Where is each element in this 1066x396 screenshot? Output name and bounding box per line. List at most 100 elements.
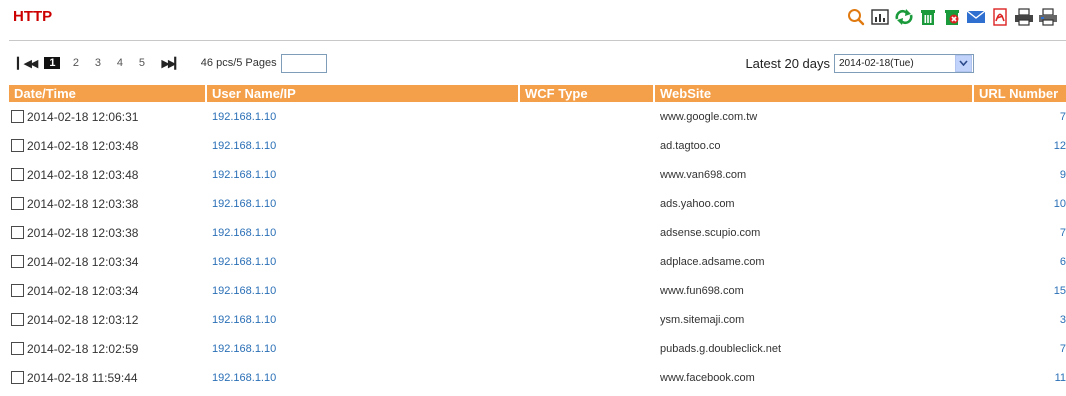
datetime-cell: 2014-02-18 12:03:48: [9, 168, 207, 182]
url-number-link[interactable]: 10: [974, 198, 1066, 210]
url-number-link[interactable]: 12: [974, 140, 1066, 152]
date-range: Latest 20 days 2014-02-18(Tue): [745, 53, 974, 73]
chevron-down-icon[interactable]: [955, 54, 972, 72]
datetime-text: 2014-02-18 12:03:48: [27, 167, 139, 182]
url-number-link[interactable]: 11: [974, 372, 1066, 384]
page-link-2[interactable]: 2: [69, 57, 82, 69]
row-checkbox[interactable]: [11, 284, 24, 297]
row-checkbox[interactable]: [11, 342, 24, 355]
row-checkbox[interactable]: [11, 139, 24, 152]
table-row: 2014-02-18 12:03:12 192.168.1.10 ysm.sitem…: [9, 305, 1066, 334]
datetime-cell: 2014-02-18 11:59:44: [9, 371, 207, 385]
datetime-text: 2014-02-18 11:59:44: [27, 370, 138, 385]
column-header-wcf-type[interactable]: WCF Type: [520, 85, 655, 102]
url-number-link[interactable]: 7: [974, 111, 1066, 123]
delete-all-icon[interactable]: [942, 7, 962, 27]
website-cell: adplace.adsame.com: [660, 255, 765, 268]
user-link[interactable]: 192.168.1.10: [207, 140, 520, 152]
table-row: 2014-02-18 12:03:38 192.168.1.10 ads.yahoo…: [9, 189, 1066, 218]
table-row: 2014-02-18 11:59:44 192.168.1.10 www.faceb…: [9, 363, 1066, 392]
table-row: 2014-02-18 12:03:34 192.168.1.10 adplace.a…: [9, 247, 1066, 276]
url-number-link[interactable]: 9: [974, 169, 1066, 181]
log-table: Date/Time User Name/IP WCF Type WebSite …: [9, 85, 1066, 392]
user-link[interactable]: 192.168.1.10: [207, 285, 520, 297]
row-checkbox[interactable]: [11, 371, 24, 384]
website-cell: www.fun698.com: [660, 284, 744, 297]
website-cell: adsense.scupio.com: [660, 226, 761, 239]
email-icon[interactable]: [966, 7, 986, 27]
page-link-4[interactable]: 4: [113, 57, 126, 69]
user-link[interactable]: 192.168.1.10: [207, 343, 520, 355]
user-link[interactable]: 192.168.1.10: [207, 314, 520, 326]
print-icon[interactable]: [1014, 7, 1034, 27]
url-number-link[interactable]: 7: [974, 227, 1066, 239]
datetime-text: 2014-02-18 12:06:31: [27, 109, 139, 124]
datetime-text: 2014-02-18 12:02:59: [27, 341, 139, 356]
datetime-cell: 2014-02-18 12:03:34: [9, 255, 207, 269]
user-link[interactable]: 192.168.1.10: [207, 256, 520, 268]
table-header: Date/Time User Name/IP WCF Type WebSite …: [9, 85, 1066, 102]
last-page-button[interactable]: ▶▶▎: [161, 57, 182, 70]
table-row: 2014-02-18 12:03:34 192.168.1.10 www.fun69…: [9, 276, 1066, 305]
print-all-icon[interactable]: [1038, 7, 1058, 27]
table-row: 2014-02-18 12:03:38 192.168.1.10 adsense.s…: [9, 218, 1066, 247]
datetime-text: 2014-02-18 12:03:12: [27, 312, 139, 327]
column-header-user[interactable]: User Name/IP: [207, 85, 520, 102]
pager-bar: ▎◀◀ 1 2 3 4 5 ▶▶▎ 46 pcs/5 Pages Latest …: [9, 51, 1066, 75]
row-checkbox[interactable]: [11, 226, 24, 239]
search-icon[interactable]: [846, 7, 866, 27]
datetime-text: 2014-02-18 12:03:38: [27, 225, 139, 240]
user-link[interactable]: 192.168.1.10: [207, 198, 520, 210]
refresh-icon[interactable]: [894, 7, 914, 27]
row-checkbox[interactable]: [11, 110, 24, 123]
url-number-link[interactable]: 3: [974, 314, 1066, 326]
row-checkbox[interactable]: [11, 197, 24, 210]
row-checkbox[interactable]: [11, 168, 24, 181]
url-number-link[interactable]: 15: [974, 285, 1066, 297]
column-header-website[interactable]: WebSite: [655, 85, 974, 102]
url-number-link[interactable]: 7: [974, 343, 1066, 355]
user-link[interactable]: 192.168.1.10: [207, 227, 520, 239]
datetime-text: 2014-02-18 12:03:38: [27, 196, 139, 211]
table-body: 2014-02-18 12:06:31 192.168.1.10 www.googl…: [9, 102, 1066, 392]
user-link[interactable]: 192.168.1.10: [207, 169, 520, 181]
website-cell: ads.yahoo.com: [660, 197, 735, 210]
date-select[interactable]: 2014-02-18(Tue): [834, 53, 974, 73]
datetime-text: 2014-02-18 12:03:34: [27, 283, 139, 298]
page-link-1[interactable]: 1: [44, 57, 61, 69]
first-page-button[interactable]: ▎◀◀: [17, 57, 38, 70]
website-cell: pubads.g.doubleclick.net: [660, 342, 782, 355]
website-cell: ad.tagtoo.co: [660, 139, 721, 152]
pagination: ▎◀◀ 1 2 3 4 5 ▶▶▎ 46 pcs/5 Pages: [9, 53, 327, 73]
datetime-cell: 2014-02-18 12:03:48: [9, 139, 207, 153]
row-checkbox[interactable]: [11, 313, 24, 326]
column-header-datetime[interactable]: Date/Time: [9, 85, 207, 102]
row-checkbox[interactable]: [11, 255, 24, 268]
pdf-icon[interactable]: [990, 7, 1010, 27]
user-link[interactable]: 192.168.1.10: [207, 111, 520, 123]
table-row: 2014-02-18 12:03:48 192.168.1.10 ad.tagtoo…: [9, 131, 1066, 160]
date-range-label: Latest 20 days: [745, 55, 830, 71]
page-jump-input[interactable]: [280, 53, 327, 73]
datetime-cell: 2014-02-18 12:03:34: [9, 284, 207, 298]
table-row: 2014-02-18 12:03:48 192.168.1.10 www.van69…: [9, 160, 1066, 189]
datetime-cell: 2014-02-18 12:03:12: [9, 313, 207, 327]
divider: [9, 40, 1066, 41]
page-summary: 46 pcs/5 Pages: [200, 57, 277, 69]
page-link-5[interactable]: 5: [135, 57, 148, 69]
datetime-text: 2014-02-18 12:03:48: [27, 138, 139, 153]
website-cell: www.van698.com: [660, 168, 747, 181]
page-title: HTTP: [13, 8, 53, 25]
page-link-3[interactable]: 3: [91, 57, 104, 69]
datetime-text: 2014-02-18 12:03:34: [27, 254, 139, 269]
delete-icon[interactable]: [918, 7, 938, 27]
table-row: 2014-02-18 12:02:59 192.168.1.10 pubads.g.…: [9, 334, 1066, 363]
datetime-cell: 2014-02-18 12:03:38: [9, 226, 207, 240]
column-header-url-number[interactable]: URL Number: [974, 85, 1066, 102]
user-link[interactable]: 192.168.1.10: [207, 372, 520, 384]
toolbar: [846, 4, 1058, 30]
table-row: 2014-02-18 12:06:31 192.168.1.10 www.googl…: [9, 102, 1066, 131]
url-number-link[interactable]: 6: [974, 256, 1066, 268]
website-cell: www.facebook.com: [660, 371, 755, 384]
chart-icon[interactable]: [870, 7, 890, 27]
